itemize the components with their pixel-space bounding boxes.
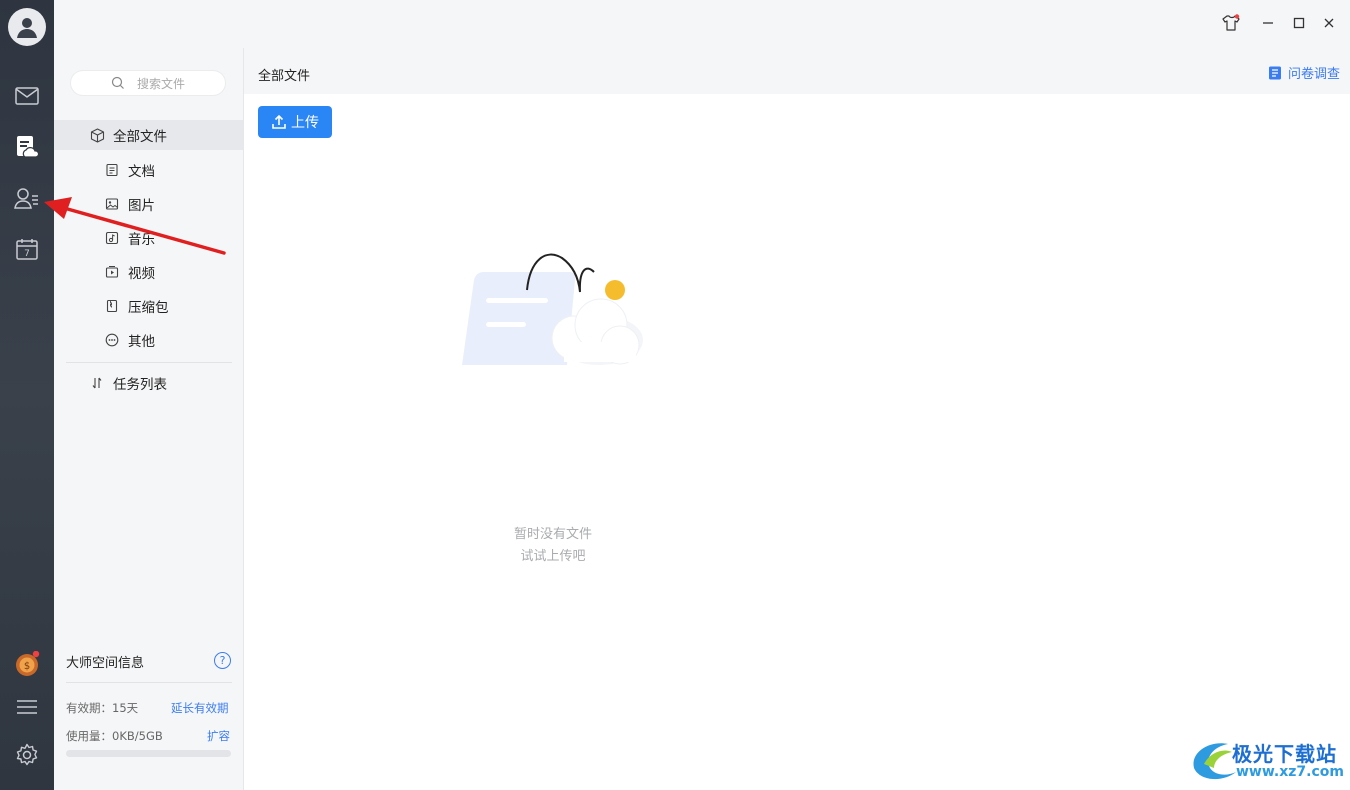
annotation-arrow <box>44 197 226 255</box>
storage-title: 大师空间信息 <box>66 656 145 671</box>
avatar-icon <box>17 18 37 38</box>
watermark-url: www.xz7.com <box>1236 764 1344 780</box>
document-icon <box>104 162 120 178</box>
file-sidebar: 搜索文件 全部文件 文档 图片 音乐 视频 压缩包 其他 任务列表 大师空间信息… <box>54 48 244 790</box>
calendar-day: 7 <box>24 249 30 259</box>
left-rail: 7 $ <box>0 0 54 790</box>
validity-text: 有效期：15天 <box>66 701 139 715</box>
sidebar-divider <box>66 362 232 363</box>
upload-button[interactable]: 上传 <box>258 106 332 138</box>
upload-label: 上传 <box>291 115 319 131</box>
window-titlebar <box>54 0 1350 48</box>
mail-icon[interactable] <box>13 82 41 110</box>
storage-divider <box>66 682 232 683</box>
usage-progress-bar <box>66 750 231 757</box>
search-icon <box>111 76 124 89</box>
upload-icon <box>272 114 286 129</box>
survey-label: 问卷调查 <box>1287 67 1340 82</box>
search-placeholder: 搜索文件 <box>136 76 185 91</box>
cloud-file-icon[interactable] <box>13 133 41 161</box>
nav-video[interactable]: 视频 <box>54 257 243 287</box>
nav-archive-label: 压缩包 <box>128 300 169 316</box>
more-icon <box>104 332 120 348</box>
help-icon[interactable]: ? <box>214 652 231 669</box>
extend-validity-link[interactable]: 延长有效期 <box>171 700 229 716</box>
nav-all-files-label: 全部文件 <box>113 129 167 145</box>
usage-text: 使用量：0KB/5GB <box>66 729 163 743</box>
maximize-icon[interactable] <box>1288 12 1310 34</box>
page-title: 全部文件 <box>258 69 311 84</box>
empty-hint: 试试上传吧 <box>520 549 586 564</box>
nav-other-label: 其他 <box>128 334 155 350</box>
nav-other[interactable]: 其他 <box>54 325 243 355</box>
skin-icon[interactable] <box>1220 12 1242 34</box>
settings-icon[interactable] <box>13 741 41 769</box>
nav-all-files[interactable]: 全部文件 <box>54 120 243 150</box>
empty-state-illustration <box>462 253 643 365</box>
svg-text:$: $ <box>24 661 30 672</box>
close-icon[interactable] <box>1318 12 1340 34</box>
video-icon <box>104 264 120 280</box>
avatar[interactable] <box>8 8 46 46</box>
search-input[interactable]: 搜索文件 <box>70 70 226 96</box>
file-list-area: 上传 <box>244 94 1350 790</box>
survey-icon <box>1268 66 1281 79</box>
nav-documents-label: 文档 <box>128 164 155 180</box>
nav-documents[interactable]: 文档 <box>54 155 243 185</box>
minimize-icon[interactable] <box>1257 12 1279 34</box>
nav-task-list[interactable]: 任务列表 <box>54 368 243 398</box>
nav-video-label: 视频 <box>128 266 155 282</box>
watermark-title: 极光下载站 <box>1232 742 1337 766</box>
empty-message: 暂时没有文件 <box>513 527 592 542</box>
cube-icon <box>89 127 105 143</box>
nav-task-list-label: 任务列表 <box>113 377 167 393</box>
vip-coin-icon[interactable]: $ <box>13 650 41 678</box>
survey-link[interactable]: 问卷调查 <box>1267 63 1340 82</box>
content-header: 全部文件 问卷调查 <box>244 48 1350 94</box>
menu-icon[interactable] <box>13 693 41 721</box>
nav-archive[interactable]: 压缩包 <box>54 291 243 321</box>
contacts-icon[interactable] <box>13 184 41 212</box>
expand-storage-link[interactable]: 扩容 <box>207 728 230 744</box>
transfer-icon <box>89 375 105 391</box>
archive-icon <box>104 298 120 314</box>
calendar-icon[interactable]: 7 <box>13 235 41 263</box>
